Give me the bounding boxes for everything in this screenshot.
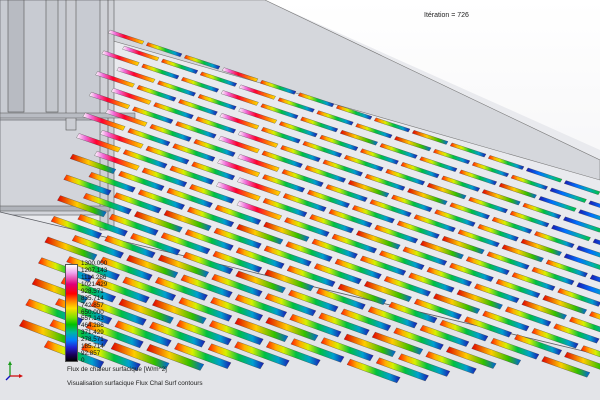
graphics-viewport[interactable]: Itération = 726 1300.000 1207.143 1114.286… — [0, 0, 600, 400]
colorbar-tick-label: 464.286 — [81, 322, 104, 330]
colorbar-tick-label: 92.857 — [81, 350, 101, 358]
colorbar-tick-label: 278.571 — [81, 336, 104, 344]
colorbar — [65, 264, 78, 362]
legend-quantity-label: Flux de chaleur surfacique [W/m^2] — [67, 366, 167, 373]
colorbar-tick-label: 1114.286 — [81, 273, 107, 281]
colorbar-tick-label: 742.857 — [81, 301, 104, 309]
xyz-triad-icon — [5, 361, 23, 381]
plot-name-label: Visualisation surfacique Flux Chal Surf … — [67, 380, 203, 387]
colorbar-tick-label: 928.571 — [81, 287, 104, 295]
iteration-label: Itération = 726 — [424, 12, 469, 19]
colorbar-ticks: 1300.000 1207.143 1114.286 1021.429 928.571 8… — [81, 260, 141, 364]
colorbar-tick-label: 0 — [81, 357, 85, 364]
